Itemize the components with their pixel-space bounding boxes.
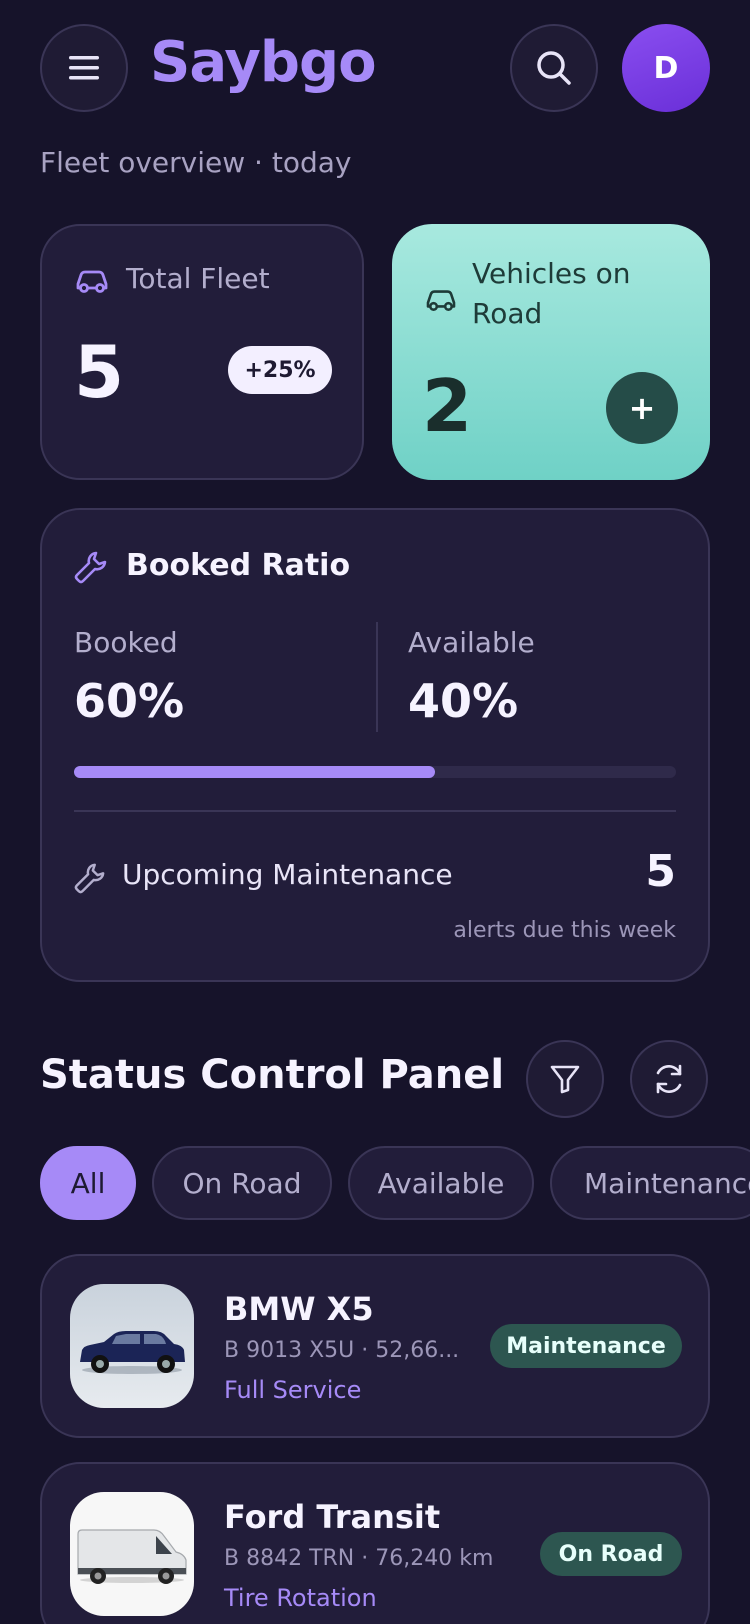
metric-divider xyxy=(376,622,378,732)
car-icon xyxy=(426,290,456,311)
maintenance-note: alerts due this week xyxy=(453,918,676,943)
add-vehicle-button[interactable]: + xyxy=(606,372,678,444)
filter-chip-on-road[interactable]: On Road xyxy=(152,1146,332,1220)
change-badge: +25% xyxy=(228,346,332,394)
vehicle-service: Tire Rotation xyxy=(224,1584,377,1612)
booked-label: Booked xyxy=(74,626,178,659)
filter-chip-all[interactable]: All xyxy=(40,1146,136,1220)
refresh-button[interactable] xyxy=(630,1040,708,1118)
vehicles-on-road-card[interactable]: Vehicles on Road 2 + xyxy=(392,224,710,480)
van-image xyxy=(77,1529,187,1584)
vehicles-on-road-value: 2 xyxy=(422,364,473,448)
suv-image xyxy=(80,1331,185,1374)
total-fleet-card[interactable]: Total Fleet 5 +25% xyxy=(40,224,364,480)
available-label: Available xyxy=(408,626,535,659)
wrench-icon xyxy=(74,863,105,894)
page-subtitle: Fleet overview · today xyxy=(40,146,352,179)
total-fleet-value: 5 xyxy=(74,330,125,414)
filter-button[interactable] xyxy=(526,1040,604,1118)
status-panel-title: Status Control Panel xyxy=(40,1052,505,1098)
car-icon xyxy=(76,270,108,293)
vehicle-meta: B 8842 TRN · 76,240 km xyxy=(224,1546,494,1571)
section-divider xyxy=(74,810,676,812)
vehicle-name: BMW X5 xyxy=(224,1290,374,1328)
maintenance-count: 5 xyxy=(645,846,676,897)
avatar[interactable]: D xyxy=(622,24,710,112)
vehicle-service: Full Service xyxy=(224,1376,362,1404)
booked-value: 60% xyxy=(74,674,185,728)
booked-ratio-card: Booked Ratio Booked 60% Available 40% Up… xyxy=(40,508,710,982)
refresh-icon xyxy=(656,1064,682,1094)
vehicle-card[interactable]: Ford Transit B 8842 TRN · 76,240 km Tire… xyxy=(40,1462,710,1624)
menu-button[interactable] xyxy=(40,24,128,112)
vehicle-card[interactable]: BMW X5 B 9013 X5U · 52,66... Full Servic… xyxy=(40,1254,710,1438)
vehicle-meta: B 9013 X5U · 52,66... xyxy=(224,1338,460,1363)
status-badge: On Road xyxy=(540,1532,682,1576)
booked-progress-fill xyxy=(74,766,436,778)
available-value: 40% xyxy=(408,674,519,728)
booked-ratio-title: Booked Ratio xyxy=(126,548,351,583)
total-fleet-label: Total Fleet xyxy=(126,262,270,295)
status-badge: Maintenance xyxy=(490,1324,682,1368)
filter-chip-maintenance[interactable]: Maintenance xyxy=(550,1146,750,1220)
search-icon xyxy=(537,51,571,85)
vehicle-name: Ford Transit xyxy=(224,1498,441,1536)
filter-chip-available[interactable]: Available xyxy=(348,1146,534,1220)
vehicle-thumbnail xyxy=(70,1284,194,1408)
wrench-icon xyxy=(74,551,107,584)
booked-progress-bar xyxy=(74,766,676,778)
maintenance-label: Upcoming Maintenance xyxy=(122,858,453,891)
vehicle-thumbnail xyxy=(70,1492,194,1616)
vehicles-on-road-label: Vehicles on Road xyxy=(472,257,631,330)
brand-logo: Saybgo xyxy=(150,30,377,95)
search-button[interactable] xyxy=(510,24,598,112)
hamburger-icon xyxy=(69,56,99,80)
filter-icon xyxy=(550,1065,580,1094)
